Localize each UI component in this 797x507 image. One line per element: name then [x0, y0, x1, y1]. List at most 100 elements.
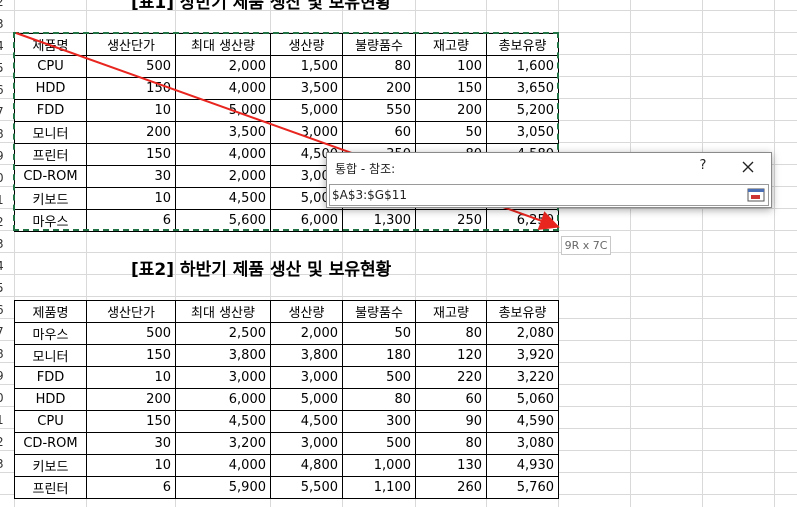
table-cell[interactable]: 80	[415, 432, 487, 455]
table-cell[interactable]: 120	[415, 344, 487, 367]
table-cell[interactable]: 6,250	[486, 209, 559, 232]
table-cell[interactable]: 200	[86, 388, 176, 411]
table-cell[interactable]: 2,500	[175, 322, 271, 345]
table-cell[interactable]: 5,000	[270, 388, 343, 411]
column-header[interactable]: 불량품수	[342, 300, 416, 323]
table-cell[interactable]: 60	[342, 121, 416, 144]
table-cell[interactable]: 500	[86, 55, 176, 78]
column-header[interactable]: 제품명	[14, 300, 87, 323]
table-cell[interactable]: 6	[86, 476, 176, 499]
row-number[interactable]: 4	[0, 259, 8, 273]
table-cell[interactable]: HDD	[14, 77, 87, 100]
table-cell[interactable]: 3,650	[486, 77, 559, 100]
table-cell[interactable]: 5,000	[175, 99, 271, 122]
column-header[interactable]: 불량품수	[342, 33, 416, 56]
table-cell[interactable]: 200	[86, 121, 176, 144]
table-cell[interactable]: 1,100	[342, 476, 416, 499]
table-cell[interactable]: 2,000	[270, 322, 343, 345]
table-cell[interactable]: 150	[86, 344, 176, 367]
table-cell[interactable]: 5,600	[175, 209, 271, 232]
row-number[interactable]: 0	[0, 171, 8, 185]
column-header[interactable]: 최대 생산량	[175, 33, 271, 56]
table-cell[interactable]: HDD	[14, 388, 87, 411]
table-cell[interactable]: CD-ROM	[14, 165, 87, 188]
reference-field[interactable]	[329, 184, 769, 206]
help-button[interactable]: ?	[693, 158, 713, 176]
table-cell[interactable]: 모니터	[14, 121, 87, 144]
table-cell[interactable]: 마우스	[14, 322, 87, 345]
table-cell[interactable]: 10	[86, 99, 176, 122]
row-number[interactable]: 2	[0, 435, 8, 449]
table-cell[interactable]: 마우스	[14, 209, 87, 232]
table-cell[interactable]: 150	[86, 77, 176, 100]
table-cell[interactable]: 30	[86, 165, 176, 188]
table-cell[interactable]: 3,800	[270, 344, 343, 367]
table-cell[interactable]: 4,800	[270, 454, 343, 477]
table-cell[interactable]: CD-ROM	[14, 432, 87, 455]
table-cell[interactable]: 500	[86, 322, 176, 345]
table-cell[interactable]: FDD	[14, 366, 87, 389]
table-cell[interactable]: 3,500	[175, 121, 271, 144]
table-cell[interactable]: 10	[86, 454, 176, 477]
table-cell[interactable]: 3,920	[486, 344, 559, 367]
column-header[interactable]: 총보유량	[486, 300, 559, 323]
row-number[interactable]: 1	[0, 193, 8, 207]
row-number[interactable]: 8	[0, 127, 8, 141]
table-cell[interactable]: 6	[86, 209, 176, 232]
table-cell[interactable]: 3,000	[270, 366, 343, 389]
table-cell[interactable]: 3,200	[175, 432, 271, 455]
row-number[interactable]: 2	[0, 0, 8, 9]
table-cell[interactable]: 150	[415, 77, 487, 100]
reference-input[interactable]	[332, 187, 742, 203]
table-cell[interactable]: 10	[86, 187, 176, 210]
table-cell[interactable]: 80	[342, 388, 416, 411]
table-cell[interactable]: 5,060	[486, 388, 559, 411]
table-cell[interactable]: 4,590	[486, 410, 559, 433]
table-cell[interactable]: 80	[342, 55, 416, 78]
table-cell[interactable]: 260	[415, 476, 487, 499]
table-cell[interactable]: 130	[415, 454, 487, 477]
table-cell[interactable]: 3,800	[175, 344, 271, 367]
column-header[interactable]: 재고량	[415, 33, 487, 56]
table-cell[interactable]: 250	[415, 209, 487, 232]
row-number[interactable]: 3	[0, 237, 8, 251]
table-cell[interactable]: 1,500	[270, 55, 343, 78]
column-header[interactable]: 재고량	[415, 300, 487, 323]
table-cell[interactable]: 3,220	[486, 366, 559, 389]
table-cell[interactable]: 4,000	[175, 143, 271, 166]
table-cell[interactable]: CPU	[14, 55, 87, 78]
table-cell[interactable]: 3,000	[175, 366, 271, 389]
column-header[interactable]: 총보유량	[486, 33, 559, 56]
table-cell[interactable]: 80	[415, 322, 487, 345]
column-header[interactable]: 생산단가	[86, 33, 176, 56]
table-cell[interactable]: 500	[342, 366, 416, 389]
table-cell[interactable]: 4,500	[175, 410, 271, 433]
table-cell[interactable]: 3,080	[486, 432, 559, 455]
table-cell[interactable]: 10	[86, 366, 176, 389]
row-number[interactable]: 8	[0, 347, 8, 361]
table-cell[interactable]: 4,500	[175, 187, 271, 210]
table-cell[interactable]: 5,000	[270, 99, 343, 122]
column-header[interactable]: 최대 생산량	[175, 300, 271, 323]
table-cell[interactable]: 180	[342, 344, 416, 367]
row-number[interactable]: 9	[0, 369, 8, 383]
table-cell[interactable]: 4,500	[270, 410, 343, 433]
column-header[interactable]: 생산단가	[86, 300, 176, 323]
table-cell[interactable]: 프린터	[14, 143, 87, 166]
table-cell[interactable]: 2,000	[175, 165, 271, 188]
row-number[interactable]: 2	[0, 215, 8, 229]
row-number[interactable]: 7	[0, 325, 8, 339]
table-cell[interactable]: 200	[342, 77, 416, 100]
table-cell[interactable]: 150	[86, 410, 176, 433]
table-cell[interactable]: 550	[342, 99, 416, 122]
table-cell[interactable]: 3,000	[270, 121, 343, 144]
row-number[interactable]: 5	[0, 61, 8, 75]
table-cell[interactable]: 모니터	[14, 344, 87, 367]
table-cell[interactable]: 30	[86, 432, 176, 455]
expand-dialog-button[interactable]	[747, 187, 765, 203]
row-number[interactable]: 4	[0, 39, 8, 53]
table-cell[interactable]: 3,500	[270, 77, 343, 100]
table-cell[interactable]: 프린터	[14, 476, 87, 499]
table-cell[interactable]: 500	[342, 432, 416, 455]
table-cell[interactable]: 2,080	[486, 322, 559, 345]
